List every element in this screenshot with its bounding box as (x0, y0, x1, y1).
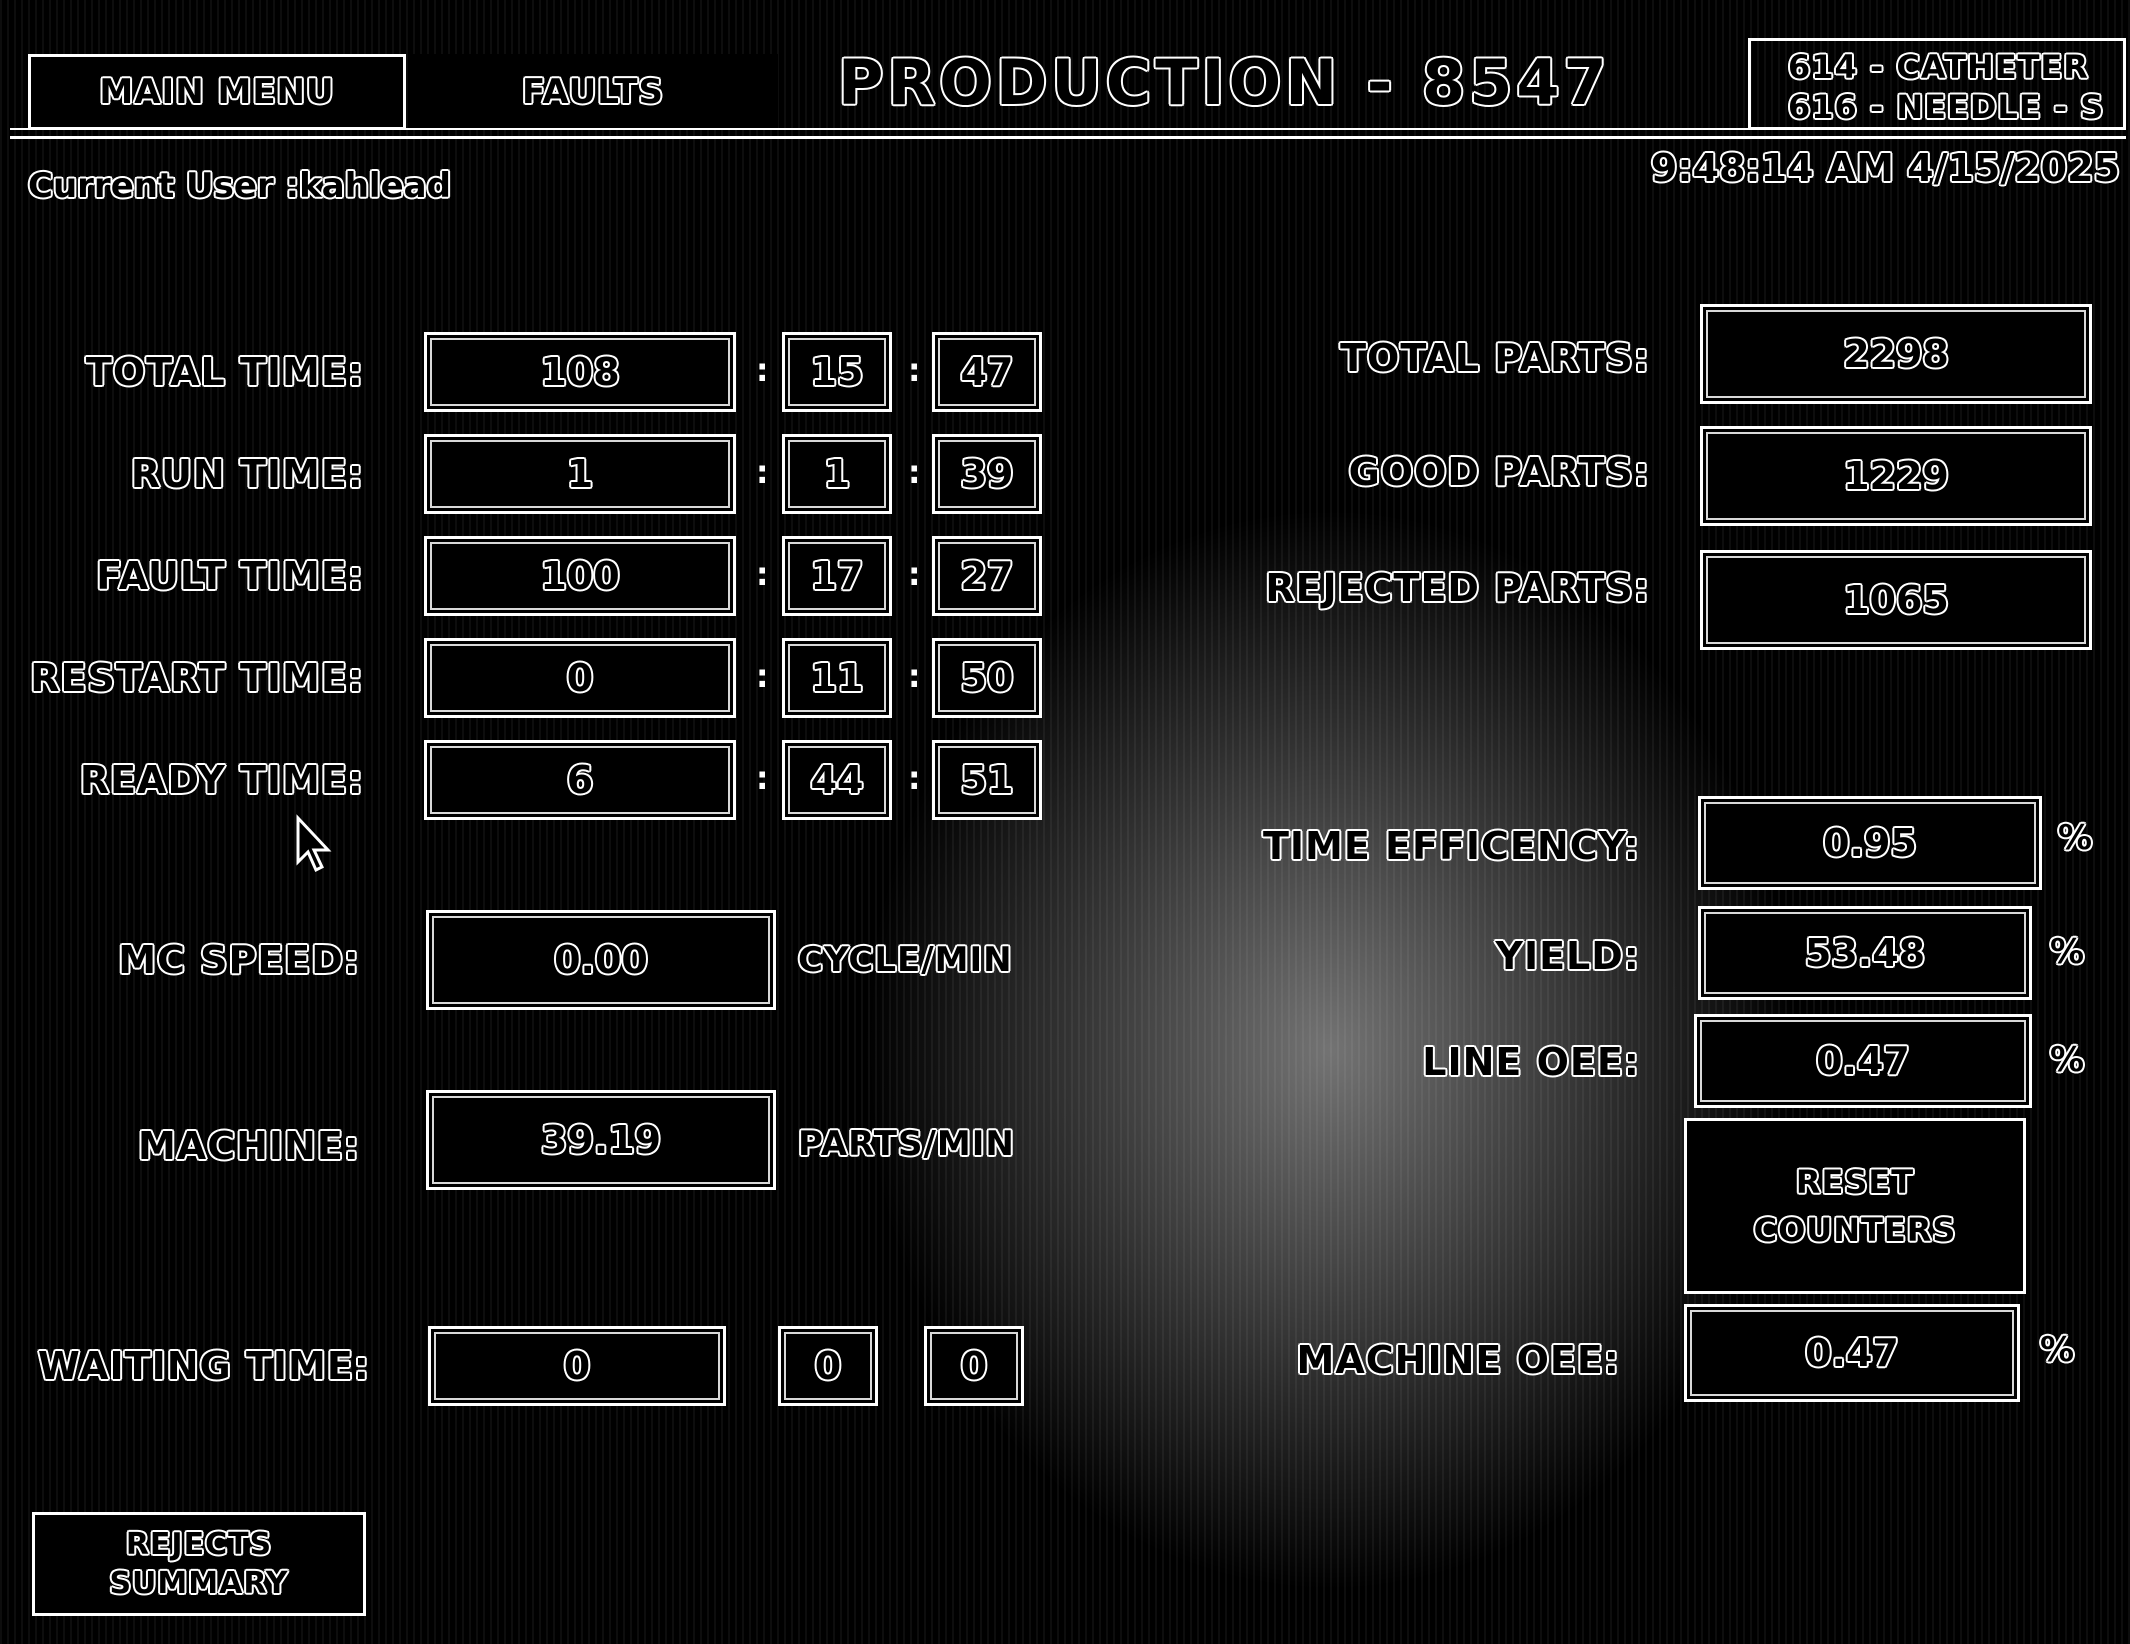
machine-speed-value: 39.19 (426, 1090, 776, 1190)
datetime: 9:48:14 AM 4/15/2025 (1650, 146, 2120, 190)
restart-time-hours: 0 (424, 638, 736, 718)
rejects-summary-button[interactable]: REJECTS SUMMARY (32, 1512, 366, 1616)
fault-time-hours: 100 (424, 536, 736, 616)
reset-line-2: COUNTERS (1753, 1211, 1957, 1249)
colon: : (904, 554, 925, 594)
rejects-line-1: REJECTS (125, 1527, 273, 1562)
yield-label: YIELD: (1495, 934, 1640, 978)
total-time-hours: 108 (424, 332, 736, 412)
machine-speed-unit: PARTS/MIN (798, 1124, 1015, 1164)
ready-time-hours: 6 (424, 740, 736, 820)
time-efficiency-value: 0.95 (1698, 796, 2042, 890)
total-parts-value: 2298 (1700, 304, 2092, 404)
mc-speed-value: 0.00 (426, 910, 776, 1010)
ready-time-minutes: 44 (782, 740, 892, 820)
line-oee-label: LINE OEE: (1422, 1040, 1640, 1084)
mc-speed-label: MC SPEED: (118, 938, 360, 982)
time-efficiency-unit: % (2058, 818, 2094, 858)
product-line-2: 616 - NEEDLE - S (1788, 88, 2105, 126)
run-time-label: RUN TIME: (130, 452, 364, 496)
machine-oee-value: 0.47 (1684, 1304, 2020, 1402)
rejected-parts-value: 1065 (1700, 550, 2092, 650)
yield-value: 53.48 (1698, 906, 2032, 1000)
colon: : (752, 656, 773, 696)
good-parts-label: GOOD PARTS: (1348, 450, 1650, 494)
total-time-minutes: 15 (782, 332, 892, 412)
waiting-time-seconds: 0 (924, 1326, 1024, 1406)
colon: : (904, 350, 925, 390)
page-title: PRODUCTION - 8547 (838, 46, 1611, 119)
line-oee-unit: % (2050, 1040, 2086, 1080)
time-efficiency-label: TIME EFFICENCY: (1262, 824, 1640, 868)
colon: : (904, 656, 925, 696)
run-time-seconds: 39 (932, 434, 1042, 514)
colon: : (752, 554, 773, 594)
machine-oee-unit: % (2040, 1330, 2076, 1370)
machine-speed-label: MACHINE: (137, 1124, 360, 1168)
rejects-line-2: SUMMARY (109, 1566, 289, 1601)
rejected-parts-label: REJECTED PARTS: (1265, 566, 1650, 610)
fault-time-minutes: 17 (782, 536, 892, 616)
faults-button[interactable]: FAULTS (408, 54, 778, 130)
reset-line-1: RESET (1795, 1163, 1915, 1201)
restart-time-seconds: 50 (932, 638, 1042, 718)
colon: : (904, 758, 925, 798)
main-menu-button[interactable]: MAIN MENU (28, 54, 406, 130)
machine-oee-label: MACHINE OEE: (1296, 1338, 1620, 1382)
total-time-label: TOTAL TIME: (85, 350, 364, 394)
header-divider (10, 136, 2126, 139)
main-menu-label: MAIN MENU (99, 72, 335, 112)
hmi-screen: MAIN MENU FAULTS PRODUCTION - 8547 614 -… (0, 0, 2130, 1644)
line-oee-value: 0.47 (1694, 1014, 2032, 1108)
reset-counters-button[interactable]: RESET COUNTERS (1684, 1118, 2026, 1294)
colon: : (752, 758, 773, 798)
mouse-cursor-icon (296, 814, 332, 873)
run-time-hours: 1 (424, 434, 736, 514)
good-parts-value: 1229 (1700, 426, 2092, 526)
colon: : (752, 452, 773, 492)
ready-time-label: READY TIME: (79, 758, 364, 802)
waiting-time-hours: 0 (428, 1326, 726, 1406)
fault-time-seconds: 27 (932, 536, 1042, 616)
run-time-minutes: 1 (782, 434, 892, 514)
total-parts-label: TOTAL PARTS: (1340, 336, 1650, 380)
faults-label: FAULTS (522, 72, 664, 112)
total-time-seconds: 47 (932, 332, 1042, 412)
ready-time-seconds: 51 (932, 740, 1042, 820)
current-user: Current User :kahlead (28, 166, 451, 206)
waiting-time-minutes: 0 (778, 1326, 878, 1406)
product-line-1: 614 - CATHETER (1788, 48, 2089, 86)
colon: : (752, 350, 773, 390)
mc-speed-unit: CYCLE/MIN (798, 940, 1013, 980)
restart-time-minutes: 11 (782, 638, 892, 718)
colon: : (904, 452, 925, 492)
fault-time-label: FAULT TIME: (96, 554, 364, 598)
header-divider-top (10, 128, 2126, 130)
restart-time-label: RESTART TIME: (30, 656, 364, 700)
waiting-time-label: WAITING TIME: (37, 1344, 370, 1388)
yield-unit: % (2050, 932, 2086, 972)
